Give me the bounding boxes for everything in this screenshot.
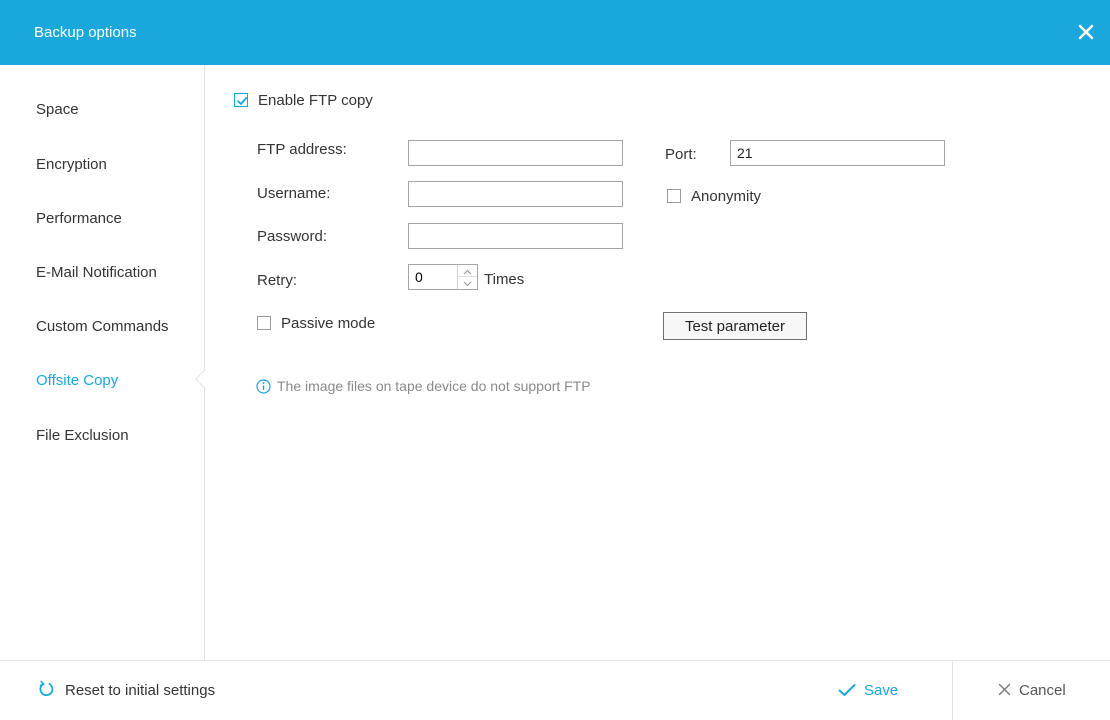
passive-mode-label: Passive mode bbox=[281, 315, 376, 332]
stepper-down-icon[interactable] bbox=[458, 277, 477, 289]
close-icon[interactable] bbox=[1072, 18, 1100, 46]
save-label: Save bbox=[864, 682, 899, 699]
save-button[interactable]: Save bbox=[838, 661, 898, 720]
enable-ftp-checkbox[interactable] bbox=[234, 93, 248, 107]
sidebar: Space Encryption Performance E-Mail Noti… bbox=[0, 65, 205, 660]
reset-button[interactable]: Reset to initial settings bbox=[38, 661, 215, 720]
stepper-up-icon[interactable] bbox=[458, 265, 477, 277]
sidebar-item-encryption[interactable]: Encryption bbox=[36, 156, 107, 173]
sidebar-item-file-exclusion[interactable]: File Exclusion bbox=[36, 427, 129, 444]
username-input[interactable] bbox=[408, 181, 623, 207]
ftp-info-note: The image files on tape device do not su… bbox=[256, 378, 591, 397]
sidebar-item-performance[interactable]: Performance bbox=[36, 210, 122, 227]
port-label: Port: bbox=[665, 146, 697, 163]
retry-label: Retry: bbox=[257, 272, 298, 289]
checkmark-icon bbox=[838, 663, 856, 720]
reset-icon bbox=[38, 664, 55, 720]
enable-ftp-label: Enable FTP copy bbox=[258, 92, 373, 109]
retry-stepper-arrows bbox=[457, 265, 477, 289]
sidebar-item-custom-commands[interactable]: Custom Commands bbox=[36, 318, 169, 335]
ftp-info-text: The image files on tape device do not su… bbox=[277, 378, 591, 394]
sidebar-item-offsite-copy[interactable]: Offsite Copy bbox=[36, 372, 118, 389]
checkmark-icon bbox=[237, 97, 248, 105]
sidebar-item-email-notification[interactable]: E-Mail Notification bbox=[36, 264, 157, 281]
info-icon bbox=[256, 379, 271, 397]
retry-unit-label: Times bbox=[484, 271, 525, 288]
reset-label: Reset to initial settings bbox=[65, 682, 216, 699]
anonymity-label: Anonymity bbox=[691, 188, 762, 205]
anonymity-checkbox[interactable] bbox=[667, 189, 681, 203]
title-bar: Backup options bbox=[0, 0, 1110, 65]
cancel-label: Cancel bbox=[1019, 682, 1066, 699]
close-icon bbox=[998, 662, 1011, 720]
passive-mode-checkbox[interactable] bbox=[257, 316, 271, 330]
dialog-footer: Reset to initial settings Save Cancel bbox=[0, 660, 1110, 720]
cancel-button[interactable]: Cancel bbox=[998, 661, 1066, 720]
ftp-address-label: FTP address: bbox=[257, 141, 347, 158]
ftp-address-input[interactable] bbox=[408, 140, 623, 166]
password-input[interactable] bbox=[408, 223, 623, 249]
window-title: Backup options bbox=[34, 24, 137, 41]
sidebar-item-space[interactable]: Space bbox=[36, 101, 79, 118]
test-parameter-button[interactable]: Test parameter bbox=[663, 312, 807, 340]
retry-stepper[interactable] bbox=[408, 264, 478, 290]
password-label: Password: bbox=[257, 228, 328, 245]
footer-divider bbox=[952, 661, 953, 720]
offsite-copy-panel: Enable FTP copy FTP address: Port: Usern… bbox=[206, 65, 1110, 660]
username-label: Username: bbox=[257, 185, 331, 202]
port-input[interactable] bbox=[730, 140, 945, 166]
retry-input[interactable] bbox=[409, 265, 457, 289]
